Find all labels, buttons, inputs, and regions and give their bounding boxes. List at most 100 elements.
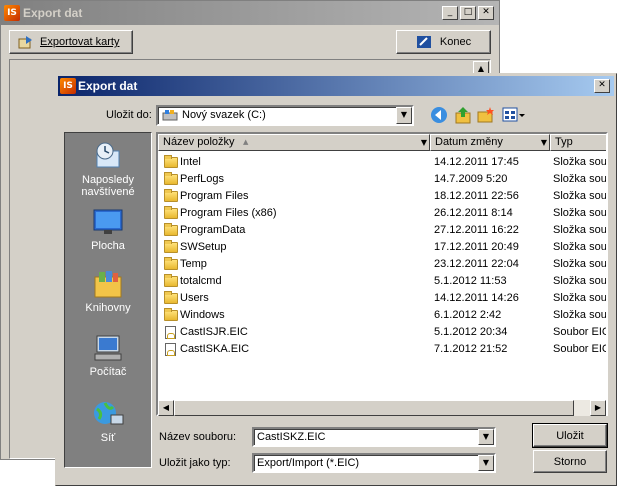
file-row[interactable]: SWSetup 17.12.2011 20:49 Složka soub [158, 239, 606, 256]
export-cards-button[interactable]: Exportovat karty [9, 30, 133, 54]
place-recent[interactable]: Naposledy navštívené [65, 141, 151, 198]
place-computer-label: Počítač [89, 366, 127, 378]
place-network-label: Síť [100, 432, 116, 444]
file-date: 18.12.2011 22:56 [434, 190, 519, 202]
file-type: Složka soub [553, 309, 608, 321]
cancel-button[interactable]: Storno [533, 450, 607, 473]
file-icon [165, 326, 176, 339]
file-row[interactable]: Windows 6.1.2012 2:42 Složka soub [158, 307, 608, 324]
file-row[interactable]: PerfLogs 14.7.2009 5:20 Složka soub [158, 171, 608, 188]
close-button[interactable]: ✕ [478, 6, 494, 20]
drive-icon [162, 109, 178, 122]
cancel-button-label: Storno [553, 455, 587, 468]
place-libraries[interactable]: Knihovny [65, 269, 151, 314]
filename-chevron-down-icon[interactable]: ▼ [478, 429, 494, 445]
folder-icon [164, 308, 178, 321]
place-computer[interactable]: Počítač [65, 333, 151, 378]
file-date: 14.12.2011 17:45 [434, 156, 519, 168]
file-row[interactable]: CastISKA.EIC 7.1.2012 21:52 Soubor EIC [158, 341, 608, 358]
filetype-dropdown[interactable]: Export/Import (*.EIC) ▼ [252, 453, 496, 473]
place-network[interactable]: Síť [65, 399, 151, 444]
column-name-chevron-down-icon[interactable]: ▼ [421, 135, 427, 150]
recent-places-icon [91, 141, 125, 171]
file-type: Soubor EIC [553, 343, 608, 355]
end-button-label: Konec [439, 36, 472, 48]
file-date: 26.12.2011 8:14 [434, 207, 513, 219]
maximize-button[interactable]: □ [460, 6, 476, 20]
file-name: Intel [180, 156, 201, 168]
minimize-button[interactable]: _ [442, 6, 458, 20]
up-folder-icon[interactable] [454, 106, 472, 124]
file-date: 27.12.2011 16:22 [434, 224, 519, 236]
folder-icon [164, 189, 178, 202]
file-row[interactable]: CastISJR.EIC 5.1.2012 20:34 Soubor EIC [158, 324, 606, 341]
libraries-icon [91, 269, 125, 299]
save-button-label: Uložit [556, 429, 584, 442]
horizontal-scrollbar[interactable]: ◀ ▶ [158, 400, 606, 416]
file-type: Složka soub [553, 275, 608, 287]
file-type: Složka soub [553, 173, 608, 185]
filetype-chevron-down-icon[interactable]: ▼ [478, 455, 494, 471]
new-folder-icon[interactable] [477, 106, 495, 124]
folder-icon [164, 291, 178, 304]
folder-icon [164, 172, 178, 185]
dialog-title-bar[interactable]: IS Export dat ✕ [58, 76, 614, 96]
column-header-type[interactable]: Typ [550, 134, 606, 151]
file-row[interactable]: Temp 23.12.2011 22:04 Složka soub [158, 256, 608, 273]
file-row[interactable]: Program Files 18.12.2011 22:56 Složka soub [158, 188, 608, 205]
file-type: Složka soub [553, 207, 608, 219]
file-date: 17.12.2011 20:49 [434, 241, 519, 253]
save-in-dropdown[interactable]: Nový svazek (C:) ▼ [156, 105, 414, 126]
file-type: Složka soub [553, 190, 608, 202]
file-type: Složka soub [553, 258, 608, 270]
file-name: Temp [180, 258, 207, 270]
scroll-thumb[interactable] [174, 400, 574, 416]
filetype-value: Export/Import (*.EIC) [257, 457, 360, 469]
folder-icon [164, 223, 178, 236]
desktop-icon [91, 207, 125, 237]
export-cards-label: Exportovat karty [40, 36, 120, 48]
file-date: 5.1.2012 11:53 [434, 275, 507, 287]
file-list[interactable]: Název položky ▲ ▼ Datum změny ▼ Typ Inte… [156, 132, 608, 416]
file-row[interactable]: ProgramData 27.12.2011 16:22 Složka soub [158, 222, 606, 239]
back-icon[interactable] [430, 106, 448, 124]
dialog-close-button[interactable]: ✕ [594, 79, 610, 93]
view-menu-icon[interactable] [502, 106, 526, 124]
file-name: Program Files [180, 190, 249, 202]
filename-value: CastISKZ.EIC [257, 431, 326, 443]
filetype-label: Uložit jako typ: [159, 457, 231, 469]
app-logo-icon: IS [4, 5, 20, 21]
file-row[interactable]: totalcmd 5.1.2012 11:53 Složka soub [158, 273, 608, 290]
column-header-name[interactable]: Název položky ▲ ▼ [158, 134, 430, 151]
column-date-chevron-down-icon[interactable]: ▼ [541, 135, 547, 150]
file-date: 7.1.2012 21:52 [434, 343, 508, 355]
file-row[interactable]: Program Files (x86) 26.12.2011 8:14 Složka… [158, 205, 608, 222]
sort-ascending-icon: ▲ [243, 138, 249, 146]
filename-input[interactable]: CastISKZ.EIC ▼ [252, 427, 496, 447]
file-name: Windows [180, 309, 225, 321]
file-name: totalcmd [180, 275, 222, 287]
chevron-down-icon[interactable]: ▼ [396, 107, 412, 124]
export-icon [18, 35, 34, 49]
scroll-right-button[interactable]: ▶ [590, 400, 606, 416]
column-header-date[interactable]: Datum změny ▼ [430, 134, 550, 151]
file-type: Složka soub [553, 292, 608, 304]
file-name: Users [180, 292, 209, 304]
scroll-left-button[interactable]: ◀ [158, 400, 174, 416]
file-date: 23.12.2011 22:04 [434, 258, 519, 270]
place-desktop[interactable]: Plocha [65, 207, 151, 252]
file-row[interactable]: Users 14.12.2011 14:26 Složka soub [158, 290, 608, 307]
file-name: CastISJR.EIC [180, 326, 248, 338]
file-row[interactable]: Intel 14.12.2011 17:45 Složka soub [158, 154, 608, 171]
computer-icon [91, 333, 125, 363]
background-title-bar[interactable]: IS Export dat _ □ ✕ [1, 1, 499, 25]
place-recent-label: Naposledy navštívené [81, 174, 135, 198]
filename-label: Název souboru: [159, 431, 237, 443]
file-date: 14.7.2009 5:20 [434, 173, 508, 185]
save-button[interactable]: Uložit [532, 423, 608, 448]
folder-icon [164, 240, 178, 253]
file-name: Program Files (x86) [180, 207, 277, 219]
export-dialog: IS Export dat ✕ Uložit do: Nový svazek (… [55, 73, 617, 486]
end-button[interactable]: Konec [396, 30, 491, 54]
file-type: Složka soub [553, 156, 608, 168]
